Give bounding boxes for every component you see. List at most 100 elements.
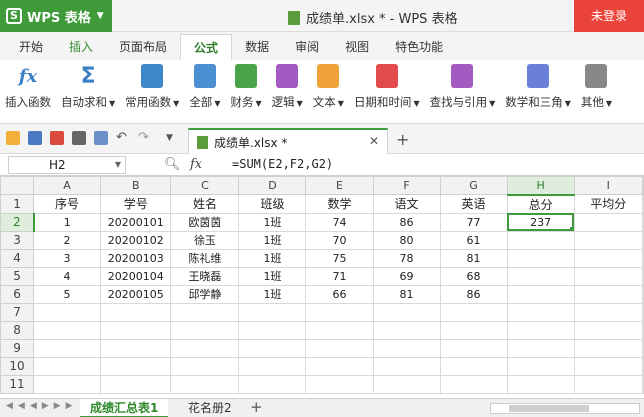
- cell-F6[interactable]: 81: [372, 284, 441, 304]
- cell-B7[interactable]: [100, 302, 172, 322]
- cell-A9[interactable]: [33, 338, 102, 358]
- cell-C1[interactable]: 姓名: [170, 194, 240, 214]
- cell-A7[interactable]: [33, 302, 102, 322]
- cell-F5[interactable]: 69: [372, 266, 441, 286]
- column-header-I[interactable]: I: [573, 176, 644, 195]
- cell-F2[interactable]: 86: [372, 212, 441, 232]
- column-header-H[interactable]: H: [506, 176, 575, 196]
- cell-C2[interactable]: 欧茵茵: [170, 212, 240, 232]
- cell-B2[interactable]: 20200101: [100, 212, 172, 232]
- cell-B5[interactable]: 20200104: [100, 266, 172, 286]
- cell-extra[interactable]: [642, 230, 644, 250]
- cell-D8[interactable]: [238, 320, 307, 340]
- menu-tab-2[interactable]: 页面布局: [106, 34, 180, 60]
- close-tab-icon[interactable]: ✕: [369, 134, 379, 148]
- cell-F4[interactable]: 78: [372, 248, 441, 268]
- cell-H8[interactable]: [506, 320, 575, 340]
- cell-A5[interactable]: 4: [33, 266, 102, 286]
- cell-H11[interactable]: [506, 374, 575, 394]
- cell-A1[interactable]: 序号: [33, 194, 102, 214]
- row-header-9[interactable]: 9: [0, 338, 35, 358]
- ribbon-button-fx[interactable]: fx 插入函数: [0, 64, 56, 110]
- cell-G8[interactable]: [439, 320, 508, 340]
- cell-F11[interactable]: [372, 374, 441, 394]
- cell-H6[interactable]: [506, 284, 575, 304]
- cell-E9[interactable]: [305, 338, 374, 358]
- cell-D11[interactable]: [238, 374, 307, 394]
- ribbon-button-more-book[interactable]: 其他 ▼: [576, 64, 617, 110]
- app-menu-button[interactable]: S WPS 表格 ▼: [0, 0, 112, 32]
- row-header-5[interactable]: 5: [0, 266, 35, 286]
- cell-extra[interactable]: [642, 284, 644, 304]
- open-folder-icon[interactable]: [6, 131, 20, 145]
- cell-B11[interactable]: [100, 374, 172, 394]
- cell-C10[interactable]: [170, 356, 240, 376]
- cell-A6[interactable]: 5: [33, 284, 102, 304]
- cell-C7[interactable]: [170, 302, 240, 322]
- row-header-6[interactable]: 6: [0, 284, 35, 304]
- print-icon[interactable]: [72, 131, 86, 145]
- cell-D7[interactable]: [238, 302, 307, 322]
- cell-I10[interactable]: [573, 356, 644, 376]
- row-header-10[interactable]: 10: [0, 356, 35, 376]
- cell-D10[interactable]: [238, 356, 307, 376]
- cell-E8[interactable]: [305, 320, 374, 340]
- menu-tab-5[interactable]: 审阅: [282, 34, 332, 60]
- customize-toolbar-icon[interactable]: ▼: [166, 131, 180, 145]
- cell-E7[interactable]: [305, 302, 374, 322]
- menu-tab-1[interactable]: 插入: [56, 34, 106, 60]
- row-header-3[interactable]: 3: [0, 230, 35, 250]
- ribbon-button-question-book[interactable]: 逻辑 ▼: [267, 64, 308, 110]
- cell-extra[interactable]: [642, 248, 644, 268]
- menu-tab-3[interactable]: 公式: [180, 34, 233, 60]
- row-header-11[interactable]: 11: [0, 374, 35, 394]
- cell-C6[interactable]: 邱学静: [170, 284, 240, 304]
- cell-F7[interactable]: [372, 302, 441, 322]
- cell-C4[interactable]: 陈礼维: [170, 248, 240, 268]
- menu-tab-6[interactable]: 视图: [332, 34, 382, 60]
- cell-B6[interactable]: 20200105: [100, 284, 172, 304]
- cell-G9[interactable]: [439, 338, 508, 358]
- cell-E6[interactable]: 66: [305, 284, 374, 304]
- name-box[interactable]: H2 ▼: [8, 156, 126, 174]
- cell-A4[interactable]: 3: [33, 248, 102, 268]
- cell-extra[interactable]: [642, 212, 644, 232]
- cell-B10[interactable]: [100, 356, 172, 376]
- cell-I4[interactable]: [573, 248, 644, 268]
- save-icon[interactable]: [28, 131, 42, 145]
- cell-I8[interactable]: [573, 320, 644, 340]
- cell-A3[interactable]: 2: [33, 230, 102, 250]
- menu-tab-0[interactable]: 开始: [6, 34, 56, 60]
- cell-G1[interactable]: 英语: [439, 194, 508, 214]
- cell-I2[interactable]: [573, 212, 644, 232]
- cell-A10[interactable]: [33, 356, 102, 376]
- column-header-F[interactable]: F: [372, 176, 441, 195]
- menu-tab-7[interactable]: 特色功能: [382, 34, 456, 60]
- cell-E2[interactable]: 74: [305, 212, 374, 232]
- chevron-down-icon[interactable]: ▼: [115, 157, 121, 173]
- column-header-C[interactable]: C: [170, 176, 240, 195]
- column-header-G[interactable]: G: [439, 176, 508, 195]
- cell-C5[interactable]: 王晓磊: [170, 266, 240, 286]
- cell-I9[interactable]: [573, 338, 644, 358]
- horizontal-scrollbar[interactable]: [490, 403, 640, 414]
- row-header-2[interactable]: 2: [0, 212, 35, 232]
- column-header-B[interactable]: B: [100, 176, 172, 195]
- cell-E4[interactable]: 75: [305, 248, 374, 268]
- cell-F3[interactable]: 80: [372, 230, 441, 250]
- row-header-1[interactable]: 1: [0, 194, 35, 214]
- cell-I1[interactable]: 平均分: [573, 194, 644, 214]
- cell-H4[interactable]: [506, 248, 575, 268]
- ribbon-button-clock-book[interactable]: 日期和时间 ▼: [349, 64, 425, 110]
- column-header-E[interactable]: E: [305, 176, 374, 195]
- cell-D5[interactable]: 1班: [238, 266, 307, 286]
- login-button[interactable]: 未登录: [574, 0, 644, 32]
- cell-A11[interactable]: [33, 374, 102, 394]
- cell-H2[interactable]: 237: [506, 212, 575, 232]
- cell-F1[interactable]: 语文: [372, 194, 441, 214]
- cell-D9[interactable]: [238, 338, 307, 358]
- cell-extra[interactable]: [642, 320, 644, 340]
- cell-E11[interactable]: [305, 374, 374, 394]
- cell-G4[interactable]: 81: [439, 248, 508, 268]
- cell-D4[interactable]: 1班: [238, 248, 307, 268]
